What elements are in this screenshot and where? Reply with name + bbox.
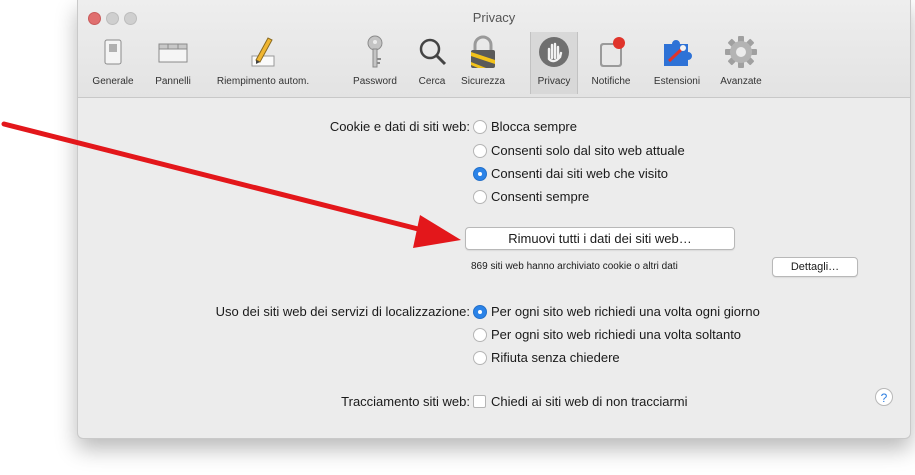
annotation-arrow — [1, 121, 461, 248]
